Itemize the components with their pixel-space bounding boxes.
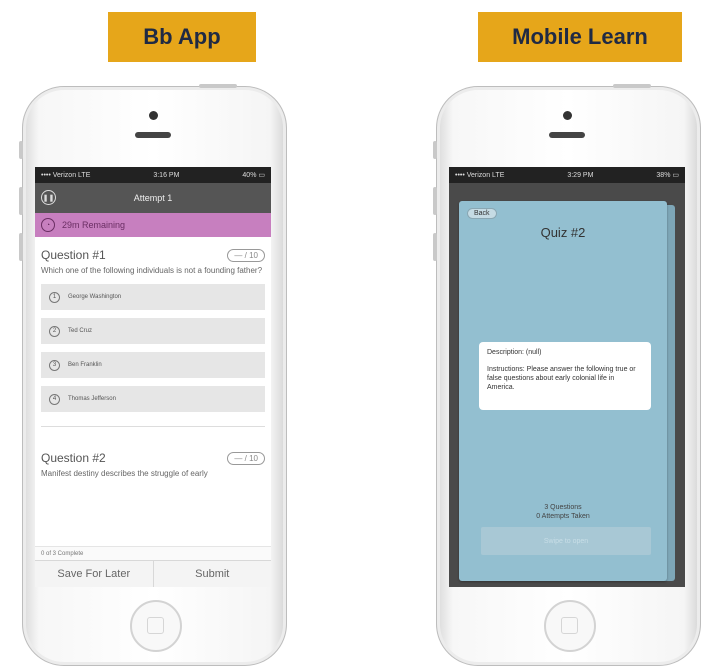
- bottom-toolbar: Save For Later Submit: [35, 560, 271, 587]
- question-2-score: — / 10: [227, 451, 265, 465]
- home-button[interactable]: [130, 600, 182, 652]
- question-2-title: Question #2: [41, 451, 106, 465]
- timer-bar: ◔ 29m Remaining: [35, 213, 271, 237]
- attempt-header: ❚❚ Attempt 1: [35, 183, 271, 213]
- option-number: 4: [49, 393, 60, 405]
- left-phone-frame: •••• Verizon LTE 3:16 PM 40% ▭ ❚❚ Attemp…: [19, 84, 287, 666]
- battery-level: 40%: [242, 172, 257, 179]
- app-background: Back Quiz #2 Description: (null) Instruc…: [449, 183, 685, 587]
- volume-down-button: [19, 233, 23, 261]
- mute-switch: [433, 141, 437, 159]
- question-list: Question #1 — / 10 Which one of the foll…: [35, 248, 271, 479]
- pause-icon[interactable]: ❚❚: [41, 190, 56, 205]
- home-button[interactable]: [544, 600, 596, 652]
- earpiece-speaker: [549, 132, 585, 138]
- option-number: 3: [49, 359, 60, 371]
- option-label: Ted Cruz: [68, 328, 93, 334]
- volume-up-button: [433, 187, 437, 215]
- divider: [41, 426, 265, 427]
- right-phone-frame: •••• Verizon LTE 3:29 PM 38% ▭ Back Quiz…: [433, 84, 701, 666]
- power-button: [199, 84, 237, 88]
- option-label: Thomas Jefferson: [68, 396, 116, 402]
- clock-text: 3:16 PM: [153, 171, 180, 179]
- volume-down-button: [433, 233, 437, 261]
- front-camera: [563, 111, 572, 120]
- battery-text: 40% ▭: [242, 172, 265, 179]
- attempts-taken: 0 Attempts Taken: [536, 513, 590, 520]
- quiz-stats: 3 Questions 0 Attempts Taken: [459, 503, 667, 521]
- instructions-text: Instructions: Please answer the followin…: [487, 366, 636, 391]
- bb-app-screen: •••• Verizon LTE 3:16 PM 40% ▭ ❚❚ Attemp…: [35, 167, 271, 587]
- answer-option-3[interactable]: 3 Ben Franklin: [41, 352, 265, 378]
- carrier-text: •••• Verizon LTE: [455, 171, 505, 179]
- power-button: [613, 84, 651, 88]
- quiz-description-box: Description: (null) Instructions: Please…: [479, 342, 651, 410]
- option-label: Ben Franklin: [68, 362, 102, 368]
- progress-status: 0 of 3 Complete: [35, 546, 271, 561]
- battery-level: 38%: [656, 172, 671, 179]
- answer-option-1[interactable]: 1 George Washington: [41, 284, 265, 310]
- question-2-text: Manifest destiny describes the struggle …: [41, 469, 208, 478]
- clock-icon: ◔: [41, 218, 55, 232]
- mobile-learn-screen: •••• Verizon LTE 3:29 PM 38% ▭ Back Quiz…: [449, 167, 685, 587]
- quiz-title: Quiz #2: [540, 225, 586, 240]
- answer-option-2[interactable]: 2 Ted Cruz: [41, 318, 265, 344]
- option-number: 1: [49, 291, 60, 303]
- mobile-learn-label: Mobile Learn: [478, 12, 682, 62]
- status-bar: •••• Verizon LTE 3:16 PM 40% ▭: [35, 167, 271, 183]
- option-label: George Washington: [68, 294, 122, 300]
- timer-text: 29m Remaining: [62, 220, 126, 230]
- quiz-card: Back Quiz #2 Description: (null) Instruc…: [459, 201, 667, 581]
- mute-switch: [19, 141, 23, 159]
- attempt-title: Attempt 1: [133, 193, 173, 203]
- option-number: 2: [49, 325, 60, 337]
- volume-up-button: [19, 187, 23, 215]
- question-1-title: Question #1: [41, 248, 106, 262]
- questions-count: 3 Questions: [544, 504, 582, 511]
- answer-option-4[interactable]: 4 Thomas Jefferson: [41, 386, 265, 412]
- front-camera: [149, 111, 158, 120]
- bb-app-label: Bb App: [108, 12, 256, 62]
- back-button[interactable]: Back: [467, 208, 497, 219]
- submit-button[interactable]: Submit: [152, 561, 272, 587]
- question-1-score: — / 10: [227, 248, 265, 262]
- question-1-text: Which one of the following individuals i…: [41, 266, 263, 275]
- save-for-later-button[interactable]: Save For Later: [35, 561, 153, 587]
- battery-text: 38% ▭: [656, 172, 679, 179]
- begin-quiz-button[interactable]: Swipe to open: [481, 527, 651, 555]
- clock-text: 3:29 PM: [567, 171, 594, 179]
- carrier-text: •••• Verizon LTE: [41, 171, 91, 179]
- earpiece-speaker: [135, 132, 171, 138]
- description-text: Description: (null): [487, 349, 542, 356]
- status-bar: •••• Verizon LTE 3:29 PM 38% ▭: [449, 167, 685, 183]
